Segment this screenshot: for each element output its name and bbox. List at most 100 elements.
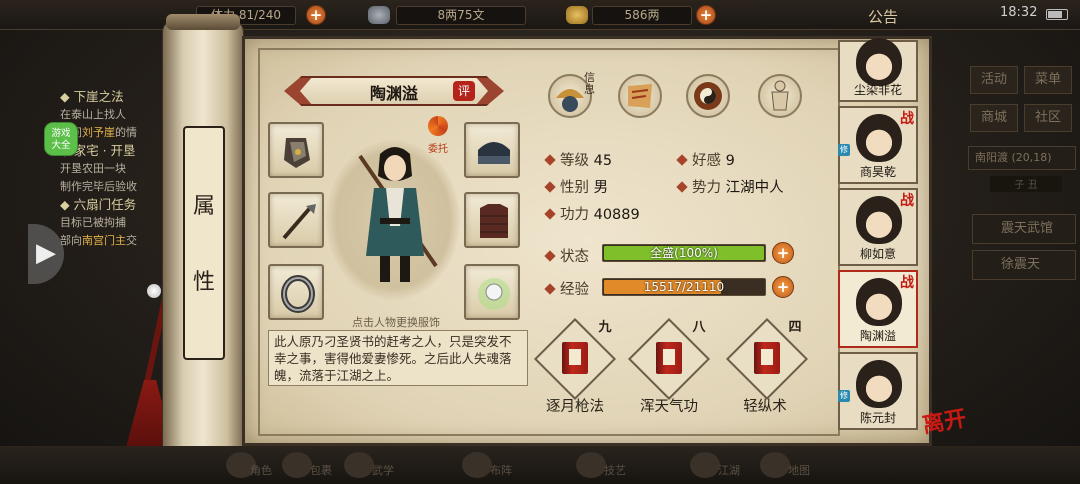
equip-slot-ring[interactable] [268, 264, 324, 320]
leave-button[interactable]: 离开 [920, 400, 969, 439]
announcement-button[interactable]: 公告 [868, 6, 898, 27]
avatar [856, 278, 902, 326]
quest-line: 开垦农田一块 [60, 162, 126, 175]
skill-level: 九 [598, 320, 612, 335]
system-clock: 18:32 [1000, 5, 1038, 20]
rate-button[interactable]: 评 [453, 81, 475, 101]
roster-name: 柳如意 [859, 247, 896, 261]
add-stamina-button[interactable]: + [306, 5, 326, 25]
restore-status-button[interactable]: + [772, 242, 794, 264]
map-icon [628, 84, 652, 108]
pearl-icon [478, 278, 510, 310]
armor-icon [480, 204, 508, 238]
quest-tracker[interactable]: ◆ 下崖之法 在泰山上找人 询问刘予崖的情 ◆ 家宅 · 开垦 开垦农田一块 制… [60, 88, 170, 250]
activity-button[interactable]: 活动 [970, 66, 1018, 94]
bagua-button[interactable] [686, 74, 730, 118]
status-bar-text: 全盛(100%) [650, 246, 718, 260]
skill-level: 四 [788, 320, 802, 335]
stat-power: 功力 40889 [544, 203, 640, 224]
shop-button[interactable]: 商城 [970, 104, 1018, 132]
character-portrait[interactable] [340, 136, 450, 306]
roster-card[interactable]: 尘染非花 [838, 38, 918, 102]
bottom-menu-icon[interactable] [690, 452, 720, 478]
avatar [856, 360, 902, 408]
ring-icon [281, 275, 315, 313]
bottom-menu-icon[interactable] [462, 452, 492, 478]
stat-gender: 性别 男 [544, 176, 609, 197]
location-display: 南阳渡 (20,18) [968, 146, 1076, 170]
bottom-menu-label: 江湖 [718, 464, 740, 477]
channel-button[interactable]: 徐震天 [972, 250, 1076, 280]
yinyang-icon [694, 82, 722, 110]
time-of-day: 子 丑 [990, 176, 1062, 192]
status-label: 状态 [544, 245, 589, 266]
spear-icon [282, 204, 316, 240]
roster-card[interactable]: 战 修 商昊乾 [838, 106, 918, 184]
battle-tag: 战 [900, 111, 914, 127]
delegate-icon[interactable] [428, 116, 448, 136]
meridian-button[interactable] [758, 74, 802, 118]
stamina-value: 81/240 [238, 8, 282, 22]
battery-icon [1046, 9, 1068, 20]
bottom-menu-label: 技艺 [604, 464, 626, 477]
roster-name: 尘染非花 [853, 83, 902, 97]
exp-bar: 15517/21110 [602, 278, 766, 296]
add-exp-button[interactable]: + [772, 276, 794, 298]
bottom-menu-label: 角色 [250, 464, 272, 477]
quest-line: 目标已被拘捕 [60, 216, 126, 229]
tab-label: 属 [192, 194, 215, 219]
tab-attributes[interactable]: 属 性 [183, 126, 225, 360]
skill-book-icon [656, 342, 682, 374]
bottom-menu-icon[interactable] [282, 452, 312, 478]
bottom-menu-label: 地图 [788, 464, 810, 477]
avatar [856, 114, 902, 162]
skill-name: 逐月枪法 [546, 399, 604, 415]
channel-button[interactable]: 震天武馆 [972, 214, 1076, 244]
skill-book-icon [754, 342, 780, 374]
equip-slot-gloves[interactable] [268, 122, 324, 178]
roster-name: 陶渊溢 [859, 329, 896, 343]
gauntlet-icon [284, 138, 310, 168]
avatar [856, 38, 902, 86]
exp-label: 经验 [544, 278, 589, 299]
level-tag: 修 [838, 390, 850, 402]
equip-slot-armor[interactable] [464, 192, 520, 248]
gender-value: 男 [593, 180, 609, 196]
game-box-button[interactable]: 游戏 大全 [44, 122, 78, 156]
avatar [856, 196, 902, 244]
roster-name: 商昊乾 [859, 165, 896, 179]
menu-button[interactable]: 菜单 [1024, 66, 1072, 94]
location-name: 南阳渡 [975, 151, 1008, 164]
collapse-arrow-icon[interactable]: ▶ [28, 224, 64, 284]
change-outfit-hint: 点击人物更换服饰 [352, 316, 440, 329]
gold-value: 586两 [592, 6, 692, 25]
tassel-bead [147, 284, 161, 298]
skill-name: 浑天气功 [640, 399, 698, 415]
faction-value: 江湖中人 [725, 180, 784, 196]
status-bar: 全盛(100%) [602, 244, 766, 262]
silver-icon [368, 6, 390, 24]
bottom-menu-icon[interactable] [576, 452, 606, 478]
add-gold-button[interactable]: + [696, 5, 716, 25]
equip-slot-weapon[interactable] [268, 192, 324, 248]
equip-slot-helmet[interactable] [464, 122, 520, 178]
map-button[interactable] [618, 74, 662, 118]
roster-card[interactable]: 修 陈元封 [838, 352, 918, 430]
community-button[interactable]: 社区 [1024, 104, 1072, 132]
bottom-menu-icon[interactable] [760, 452, 790, 478]
favor-value: 9 [725, 153, 735, 169]
skill-book-icon [562, 342, 588, 374]
bottom-bar [0, 446, 1080, 484]
skill-name: 轻纵术 [743, 399, 787, 415]
equip-slot-accessory[interactable] [464, 264, 520, 320]
bottom-menu-label: 布阵 [490, 464, 512, 477]
quest-line: 制作完毕后验收 [60, 180, 137, 193]
roster-card[interactable]: 战 柳如意 [838, 188, 918, 266]
bottom-menu-icon[interactable] [344, 452, 374, 478]
roster-card-selected[interactable]: 战 陶渊溢 [838, 270, 918, 348]
quest-line: 在泰山上找人 [60, 108, 126, 121]
skill-level: 八 [692, 320, 706, 335]
body-icon [771, 80, 789, 111]
roster-name: 陈元封 [859, 411, 896, 425]
helmet-icon [478, 142, 510, 164]
